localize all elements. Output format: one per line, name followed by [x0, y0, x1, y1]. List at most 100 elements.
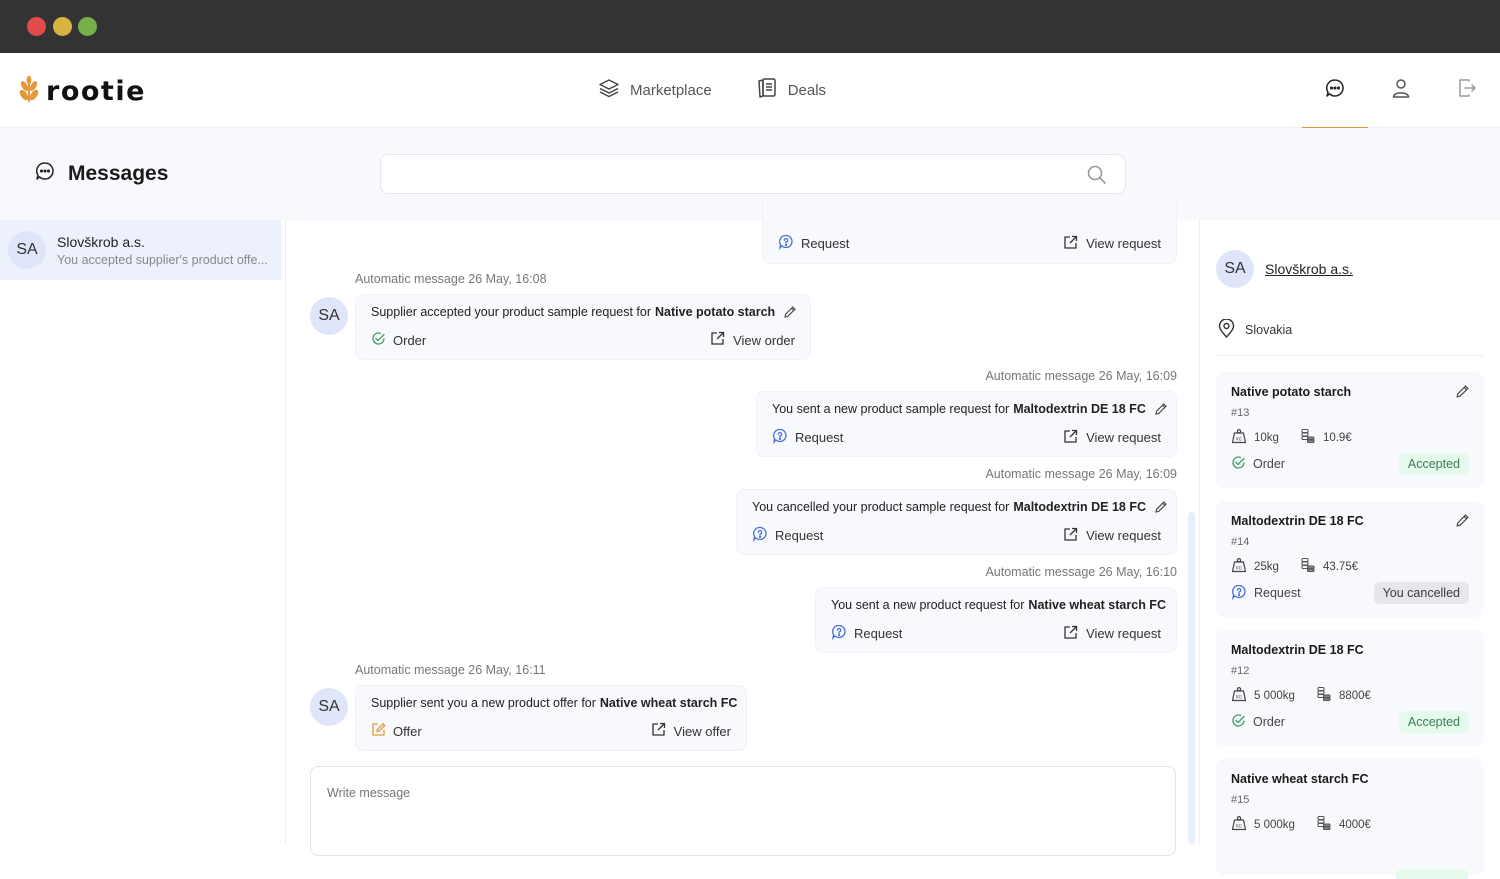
- deal-quantity: 5 000kg: [1254, 818, 1295, 831]
- deal-type: Order: [1231, 455, 1285, 473]
- external-link-icon: [1063, 429, 1078, 447]
- coins-icon: [1300, 428, 1316, 447]
- product-name: Native wheat starch FC: [1028, 598, 1166, 612]
- coins-icon: [1316, 815, 1332, 834]
- conversation-name: Slovškrob a.s.: [57, 233, 145, 250]
- message-bubble: You cancelled your product sample reques…: [736, 489, 1177, 555]
- pencil-icon[interactable]: [1455, 384, 1470, 404]
- check-circle-icon: [1231, 455, 1246, 473]
- pencil-icon[interactable]: [783, 305, 797, 319]
- nav-marketplace-label: Marketplace: [630, 81, 712, 99]
- logout-icon: [1456, 77, 1478, 104]
- deal-id: #13: [1231, 407, 1250, 419]
- nav-deals[interactable]: Deals: [756, 77, 826, 103]
- view-request-link[interactable]: View request: [1063, 429, 1161, 447]
- coins-icon: [1300, 557, 1316, 576]
- chat-bubble-icon: [1324, 77, 1346, 104]
- external-link-icon: [710, 331, 725, 349]
- weight-icon: KG: [1231, 428, 1247, 447]
- view-request-link[interactable]: View request: [1063, 235, 1161, 253]
- nav-marketplace[interactable]: Marketplace: [598, 77, 712, 103]
- supplier-country: Slovakia: [1245, 323, 1293, 337]
- message-bubble: Request View request: [762, 196, 1177, 264]
- deal-title: Native wheat starch FC: [1231, 772, 1369, 786]
- message-tag: Order: [371, 331, 426, 349]
- avatar: SA: [8, 231, 46, 269]
- request-icon: [752, 526, 768, 545]
- conversation-item[interactable]: SA Slovškrob a.s. You accepted supplier'…: [0, 220, 281, 280]
- external-link-icon: [1063, 235, 1078, 253]
- brand-name: rootie: [46, 76, 146, 107]
- weight-icon: KG: [1231, 815, 1247, 834]
- conversation-list: SA Slovškrob a.s. You accepted supplier'…: [0, 220, 286, 844]
- view-order-link[interactable]: View order: [710, 331, 795, 349]
- page-title: Messages: [68, 162, 169, 185]
- deal-id: #15: [1231, 794, 1250, 806]
- deal-title: Native potato starch: [1231, 385, 1352, 399]
- conversation-preview: You accepted supplier's product offe...: [57, 252, 268, 267]
- deal-type: Request: [1231, 584, 1301, 603]
- view-request-link[interactable]: View request: [1063, 625, 1161, 643]
- product-name: Maltodextrin DE 18 FC: [1013, 500, 1147, 514]
- window-close-button[interactable]: [27, 17, 46, 36]
- status-badge: [1396, 869, 1468, 879]
- deal-price: 8800€: [1338, 689, 1371, 702]
- deal-id: #14: [1231, 536, 1250, 548]
- message-bubble: Supplier accepted your product sample re…: [355, 294, 811, 360]
- pencil-icon[interactable]: [1154, 402, 1168, 416]
- pencil-icon[interactable]: [1154, 500, 1168, 514]
- deal-quantity: 10kg: [1254, 431, 1279, 444]
- deal-type: Order: [1231, 713, 1285, 731]
- view-request-link[interactable]: View request: [1063, 527, 1161, 545]
- window-maximize-button[interactable]: [78, 17, 97, 36]
- view-offer-link[interactable]: View offer: [651, 722, 731, 740]
- window-minimize-button[interactable]: [53, 17, 72, 36]
- pencil-icon[interactable]: [1455, 513, 1470, 533]
- message-tag: Offer: [371, 722, 422, 740]
- deal-price: 4000€: [1338, 818, 1371, 831]
- deal-card[interactable]: Native wheat starch FC #15 KG 5 000kg 4000€: [1216, 759, 1484, 879]
- logo[interactable]: rootie: [18, 75, 146, 108]
- external-link-icon: [1063, 527, 1078, 545]
- check-circle-icon: [1231, 713, 1246, 731]
- wheat-logo-icon: [18, 75, 40, 108]
- request-icon: [772, 428, 788, 447]
- supplier-name-link[interactable]: Slovškrob a.s.: [1265, 261, 1353, 277]
- location-pin-icon: [1218, 318, 1235, 341]
- avatar: SA: [310, 688, 348, 726]
- message-tag: Request: [752, 526, 823, 545]
- deal-card[interactable]: Maltodextrin DE 18 FC #12 KG 5 000kg 8800€ Or…: [1216, 630, 1484, 746]
- top-navigation: rootie Marketplace Deals: [0, 53, 1500, 129]
- search-icon[interactable]: [1086, 164, 1107, 190]
- nav-messages-button[interactable]: [1302, 53, 1368, 129]
- deal-id: #12: [1231, 665, 1250, 677]
- message-tag: Request: [778, 234, 849, 253]
- message-input[interactable]: [311, 767, 1175, 855]
- check-circle-icon: [371, 331, 386, 349]
- avatar: SA: [310, 297, 348, 335]
- svg-text:KG: KG: [1236, 437, 1242, 442]
- nav-logout-button[interactable]: [1434, 53, 1500, 128]
- message-composer: [310, 766, 1176, 856]
- external-link-icon: [1063, 625, 1078, 643]
- deal-card[interactable]: Native potato starch #13 KG 10kg 10.9€ Order A…: [1216, 372, 1484, 488]
- chat-scrollbar[interactable]: [1188, 512, 1195, 844]
- svg-text:KG: KG: [1236, 695, 1242, 700]
- messages-header: Messages: [0, 128, 1500, 220]
- message-bubble: You sent a new product sample request fo…: [756, 391, 1177, 457]
- search-input[interactable]: [381, 155, 1125, 193]
- layers-icon: [598, 78, 620, 102]
- external-link-icon: [651, 722, 666, 740]
- message-meta: Automatic message 26 May, 16:10: [985, 565, 1177, 579]
- search-box: [380, 154, 1126, 194]
- status-badge: Accepted: [1398, 711, 1469, 733]
- request-icon: [778, 234, 794, 253]
- deal-card[interactable]: Maltodextrin DE 18 FC #14 KG 25kg 43.75€ Requ…: [1216, 501, 1484, 617]
- message-bubble: You sent a new product request for Native…: [815, 587, 1177, 653]
- message-meta: Automatic message 26 May, 16:09: [985, 369, 1177, 383]
- nav-deals-label: Deals: [787, 81, 827, 99]
- window-titlebar: [0, 0, 1500, 53]
- nav-profile-button[interactable]: [1368, 53, 1434, 128]
- offer-edit-icon: [371, 722, 386, 740]
- message-tag: Request: [772, 428, 843, 447]
